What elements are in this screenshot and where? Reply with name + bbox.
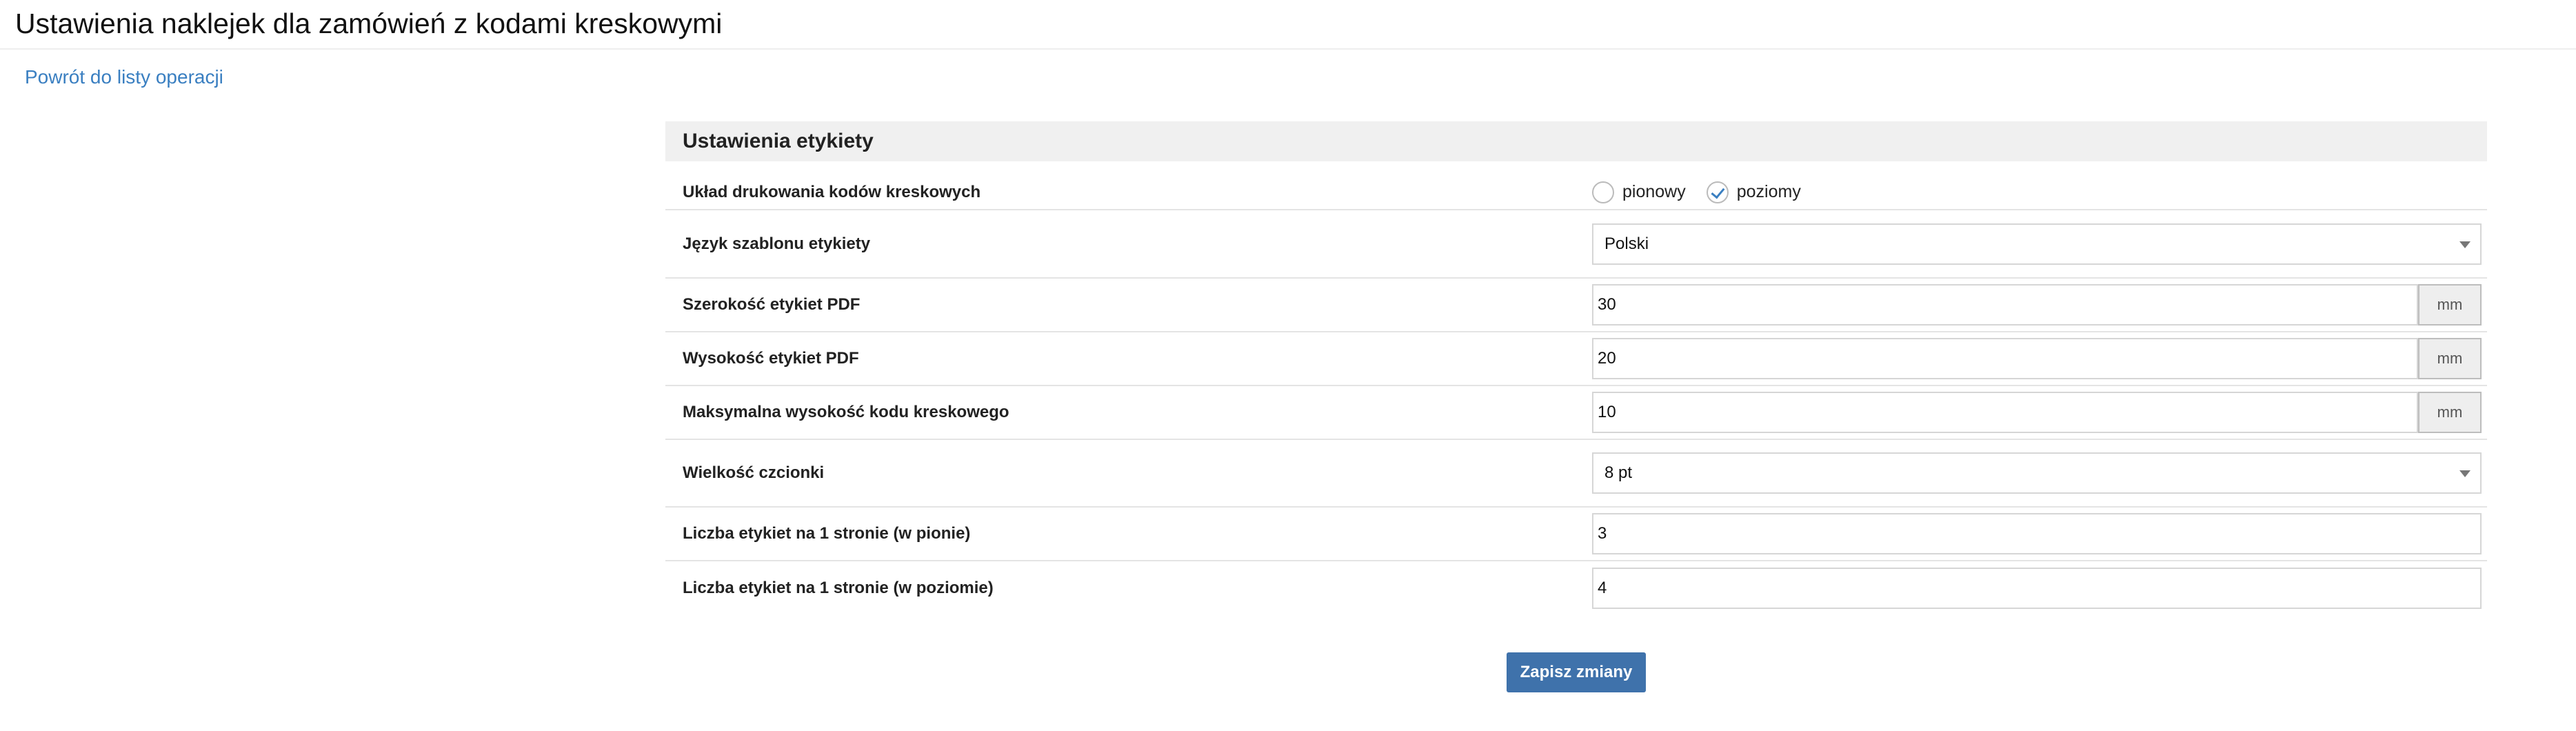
font-size-value: 8 pt bbox=[1604, 463, 1633, 482]
page-header: Ustawienia naklejek dla zamówień z kodam… bbox=[0, 0, 2576, 50]
panel-heading: Ustawienia etykiety bbox=[665, 121, 2487, 161]
pdf-width-unit: mm bbox=[2418, 284, 2482, 326]
radio-option-vertical[interactable]: pionowy bbox=[1592, 181, 1686, 203]
label-settings-panel: Ustawienia etykiety Układ drukowania kod… bbox=[665, 121, 2487, 615]
font-size-select[interactable]: 8 pt bbox=[1592, 452, 2482, 494]
template-language-value: Polski bbox=[1604, 234, 1649, 253]
pdf-width-input[interactable] bbox=[1592, 284, 2418, 326]
row-font-size: Wielkość czcionki 8 pt bbox=[665, 440, 2487, 508]
labels-vertical-label: Liczba etykiet na 1 stronie (w pionie) bbox=[683, 524, 971, 543]
labels-vertical-control bbox=[1592, 513, 2482, 554]
row-labels-vertical: Liczba etykiet na 1 stronie (w pionie) bbox=[665, 508, 2487, 561]
row-labels-horizontal: Liczba etykiet na 1 stronie (w poziomie) bbox=[665, 561, 2487, 615]
labels-horizontal-label: Liczba etykiet na 1 stronie (w poziomie) bbox=[683, 579, 994, 597]
pdf-width-input-group: mm bbox=[1592, 284, 2482, 326]
labels-horizontal-control bbox=[1592, 568, 2482, 609]
label-settings-form: Układ drukowania kodów kreskowych pionow… bbox=[665, 175, 2487, 615]
save-changes-button[interactable]: Zapisz zmiany bbox=[1507, 652, 1646, 692]
chevron-down-icon bbox=[2459, 241, 2471, 248]
font-size-label: Wielkość czcionki bbox=[683, 463, 825, 482]
radio-vertical-indicator[interactable] bbox=[1592, 181, 1614, 203]
barcode-max-height-label: Maksymalna wysokość kodu kreskowego bbox=[683, 403, 1009, 421]
pdf-height-input[interactable] bbox=[1592, 338, 2418, 379]
row-pdf-height: Wysokość etykiet PDF mm bbox=[665, 332, 2487, 386]
labels-vertical-input[interactable] bbox=[1592, 513, 2482, 554]
barcode-max-height-input[interactable] bbox=[1592, 392, 2418, 433]
labels-horizontal-input[interactable] bbox=[1592, 568, 2482, 609]
row-print-layout: Układ drukowania kodów kreskowych pionow… bbox=[665, 175, 2487, 210]
pdf-height-unit: mm bbox=[2418, 338, 2482, 379]
row-template-language: Język szablonu etykiety Polski bbox=[665, 210, 2487, 279]
back-to-operations-link[interactable]: Powrót do listy operacji bbox=[25, 63, 223, 91]
pdf-height-label: Wysokość etykiet PDF bbox=[683, 349, 859, 368]
print-layout-label: Układ drukowania kodów kreskowych bbox=[683, 182, 981, 201]
radio-horizontal-label: poziomy bbox=[1736, 182, 1801, 201]
page-title: Ustawienia naklejek dla zamówień z kodam… bbox=[15, 8, 723, 39]
row-barcode-max-height: Maksymalna wysokość kodu kreskowego mm bbox=[665, 386, 2487, 440]
row-pdf-width: Szerokość etykiet PDF mm bbox=[665, 279, 2487, 332]
radio-vertical-label: pionowy bbox=[1622, 182, 1686, 201]
radio-option-horizontal[interactable]: poziomy bbox=[1706, 181, 1801, 203]
chevron-down-icon bbox=[2459, 470, 2471, 477]
template-language-select[interactable]: Polski bbox=[1592, 223, 2482, 265]
barcode-max-height-input-group: mm bbox=[1592, 392, 2482, 433]
barcode-max-height-unit: mm bbox=[2418, 392, 2482, 433]
pdf-height-input-group: mm bbox=[1592, 338, 2482, 379]
pdf-width-label: Szerokość etykiet PDF bbox=[683, 295, 861, 314]
print-layout-radio-group: pionowy poziomy bbox=[1592, 175, 1822, 209]
template-language-label: Język szablonu etykiety bbox=[683, 234, 871, 253]
radio-horizontal-indicator[interactable] bbox=[1706, 181, 1729, 203]
